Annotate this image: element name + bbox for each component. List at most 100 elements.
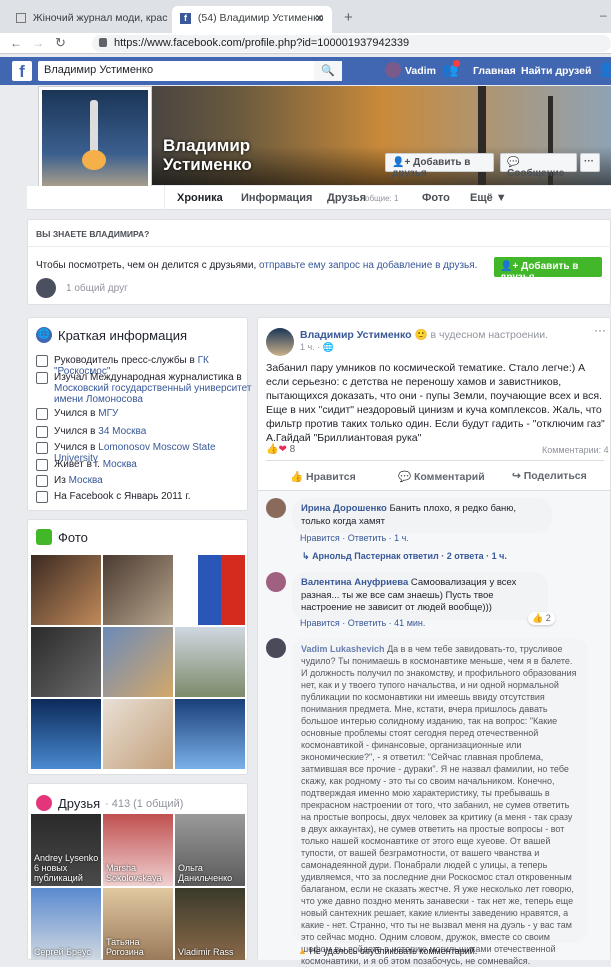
comment-author-link[interactable]: Vadim Lukashevich bbox=[301, 644, 385, 654]
intro-link[interactable]: 34 Москва bbox=[98, 426, 146, 437]
friend-tile[interactable]: Vladimir Rass bbox=[175, 888, 245, 960]
mutual-friends-link[interactable]: 1 общий друг bbox=[66, 283, 128, 294]
photo-thumbnail[interactable] bbox=[175, 555, 245, 625]
back-icon[interactable]: ← bbox=[10, 36, 22, 50]
photo-thumbnail[interactable] bbox=[31, 699, 101, 769]
find-friends-link[interactable]: Найти друзей bbox=[521, 65, 591, 77]
message-button[interactable]: 💬 Сообщение bbox=[500, 153, 577, 179]
search-input[interactable]: Владимир Устименко 🔍 bbox=[38, 61, 342, 81]
intro-link[interactable]: МГУ bbox=[98, 408, 118, 419]
friend-tile[interactable]: Andrey Lysenko 6 новых публикаций bbox=[31, 814, 101, 886]
browser-tab-2[interactable]: f (54) Владимир Устименко ✕ bbox=[172, 6, 332, 33]
people-icon[interactable]: 👤 bbox=[598, 62, 611, 78]
add-friend-button[interactable]: 👤+ Добавить в друзья bbox=[385, 153, 494, 179]
know-person-card: ВЫ ЗНАЕТЕ ВЛАДИМИРА? Чтобы посмотреть, ч… bbox=[27, 219, 611, 305]
comment-icon: 💬 bbox=[398, 471, 412, 483]
intro-link[interactable]: Москва bbox=[103, 459, 137, 470]
replies-link[interactable]: ↳ Арнольд Пастернак ответил · 2 ответа ·… bbox=[302, 551, 507, 562]
comment-author-link[interactable]: Валентина Ануфриева bbox=[301, 577, 408, 588]
intro-card: 🌐 Краткая информация Руководитель пресс-… bbox=[27, 317, 251, 511]
photo-thumbnail[interactable] bbox=[175, 627, 245, 697]
friends-card: Друзья · 413 (1 общий) Andrey Lysenko 6 н… bbox=[27, 783, 248, 960]
friends-count: · 413 (1 общий) bbox=[105, 798, 184, 810]
reactions-row[interactable]: 👍❤ 8 bbox=[266, 444, 295, 455]
lock-icon bbox=[99, 38, 107, 47]
tab-title: Жіночий журнал моди, краси і bbox=[32, 12, 168, 24]
warning-icon: ▲ bbox=[298, 946, 307, 956]
tab-favicon bbox=[16, 13, 26, 24]
friend-tile[interactable]: Ольга Данильченко bbox=[175, 814, 245, 886]
profile-picture[interactable] bbox=[38, 86, 152, 200]
tab-friends[interactable]: Друзья bbox=[327, 192, 366, 204]
photos-title: Фото bbox=[58, 530, 88, 545]
tab-chronicle[interactable]: Хроника bbox=[177, 192, 223, 204]
friend-tile[interactable]: Татьяна Рогозина bbox=[103, 888, 173, 960]
comment-likes-badge[interactable]: 👍 2 bbox=[528, 612, 555, 625]
comment-actions[interactable]: Нравится · Ответить · 41 мин. bbox=[300, 618, 425, 628]
post-time[interactable]: 1 ч. bbox=[300, 342, 315, 352]
comment-button[interactable]: 💬 Комментарий bbox=[398, 470, 485, 483]
add-friend-green-button[interactable]: 👤+ Добавить в друзья bbox=[494, 257, 602, 283]
close-tab-icon[interactable]: ✕ bbox=[315, 12, 324, 25]
forward-icon[interactable]: → bbox=[32, 36, 44, 50]
browser-tab-1[interactable]: Жіночий журнал моди, краси і bbox=[8, 6, 168, 33]
friends-icon bbox=[36, 795, 52, 811]
photo-icon bbox=[36, 529, 52, 545]
photo-thumbnail[interactable] bbox=[103, 699, 173, 769]
messenger-icon: 💬 bbox=[507, 157, 520, 168]
more-options-button[interactable]: ··· bbox=[580, 153, 600, 172]
avatar[interactable] bbox=[266, 572, 286, 592]
comment-bubble: Валентина Ануфриева Самоовализация у все… bbox=[292, 572, 548, 620]
photo-thumbnail[interactable] bbox=[103, 555, 173, 625]
mutual-friend-avatar[interactable] bbox=[36, 278, 56, 298]
post-menu-icon[interactable]: ··· bbox=[594, 323, 606, 337]
like-reaction-icon: 👍 bbox=[266, 444, 279, 455]
comment-actions[interactable]: Нравится · Ответить · 1 ч. bbox=[300, 533, 409, 543]
share-button[interactable]: ↪ Поделиться bbox=[512, 470, 587, 482]
intro-row-icon bbox=[36, 491, 48, 503]
tab-more[interactable]: Ещё ▼ bbox=[470, 192, 507, 204]
intro-row-icon bbox=[36, 355, 48, 367]
avatar[interactable] bbox=[385, 62, 401, 78]
avatar[interactable] bbox=[266, 328, 294, 356]
avatar[interactable] bbox=[266, 638, 286, 658]
post-text: Забанил пару умников по космической тема… bbox=[266, 362, 605, 444]
post-author-link[interactable]: Владимир Устименко bbox=[300, 329, 412, 341]
add-friend-icon: 👤+ bbox=[500, 261, 519, 272]
search-icon[interactable]: 🔍 bbox=[314, 61, 342, 81]
like-reaction-icon: 👍 bbox=[532, 613, 544, 623]
avatar[interactable] bbox=[266, 498, 286, 518]
intro-row-icon bbox=[36, 426, 48, 438]
url-input[interactable]: https://www.facebook.com/profile.php?id=… bbox=[92, 35, 611, 52]
intro-link[interactable]: Московский государственный университет и… bbox=[54, 383, 251, 405]
send-request-link[interactable]: отправьте ему запрос на добавление в дру… bbox=[259, 260, 477, 271]
reload-icon[interactable]: ↻ bbox=[55, 35, 66, 51]
comment-error-text: Не удалось опубликовать комментарий. bbox=[309, 946, 478, 956]
friend-tile[interactable]: Сергей Бреус bbox=[31, 888, 101, 960]
intro-row-icon bbox=[36, 459, 48, 471]
photo-thumbnail[interactable] bbox=[31, 555, 101, 625]
facebook-logo-icon[interactable]: f bbox=[12, 61, 32, 81]
photo-thumbnail[interactable] bbox=[31, 627, 101, 697]
comment-author-link[interactable]: Ирина Дорошенко bbox=[301, 503, 387, 514]
thumbs-up-icon: 👍 bbox=[290, 471, 304, 483]
post-header: Владимир Устименко 🙂 в чудесном настроен… bbox=[300, 328, 600, 341]
user-name-link[interactable]: Vadim bbox=[405, 65, 436, 77]
comment-text: Да в в чем тебе завидовать-то, трусливое… bbox=[301, 644, 577, 966]
photo-thumbnail[interactable] bbox=[103, 627, 173, 697]
home-link[interactable]: Главная bbox=[473, 65, 516, 77]
window-control-icon[interactable]: – bbox=[600, 8, 607, 22]
tab-info[interactable]: Информация bbox=[241, 192, 312, 204]
rocket-flame-shape bbox=[82, 150, 106, 170]
photo-thumbnail[interactable] bbox=[175, 699, 245, 769]
photos-card: Фото bbox=[27, 519, 248, 775]
new-tab-icon[interactable]: + bbox=[344, 9, 353, 26]
divider bbox=[164, 186, 165, 210]
intro-link[interactable]: Москва bbox=[69, 475, 103, 486]
tab-photo[interactable]: Фото bbox=[422, 192, 450, 204]
comments-count[interactable]: Комментарии: 4 bbox=[542, 445, 609, 455]
like-button[interactable]: 👍 Нравится bbox=[290, 470, 356, 483]
friends-common-count: общие: 1 bbox=[365, 194, 399, 203]
reply-arrow-icon: ↳ bbox=[302, 551, 310, 561]
friend-tile[interactable]: Marsha Sokolovskaya bbox=[103, 814, 173, 886]
